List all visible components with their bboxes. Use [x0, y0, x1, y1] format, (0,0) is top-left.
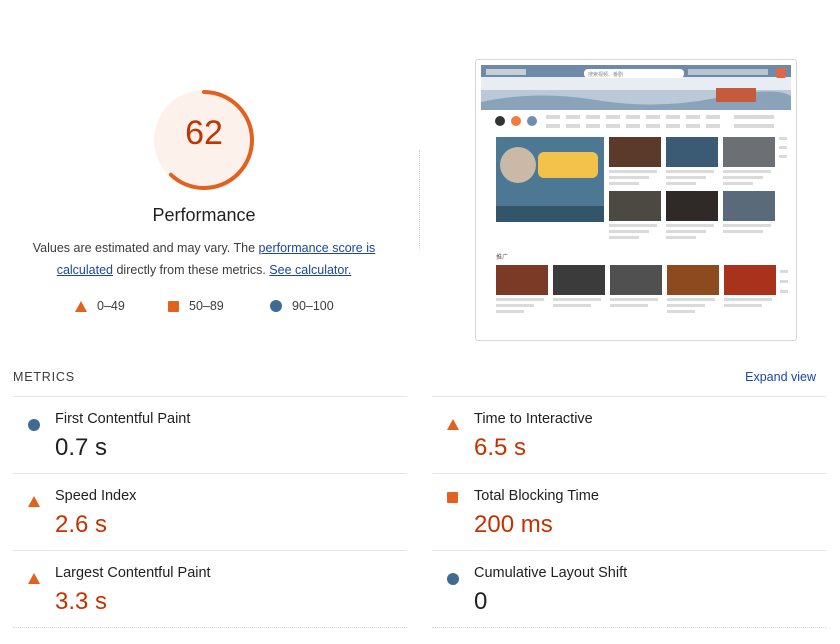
metric-value: 2.6 s — [55, 511, 108, 538]
metric-value: 0 — [474, 588, 488, 615]
legend-label: 90–100 — [292, 299, 334, 313]
legend-good: 90–100 — [270, 299, 334, 313]
metric-speed-index: Speed Index 2.6 s — [13, 473, 407, 551]
thumb-search-text: 搜索视频、番剧 — [588, 71, 623, 78]
divider — [419, 150, 420, 250]
legend-poor: 0–49 — [75, 299, 125, 313]
metric-time-to-interactive: Time to Interactive 6.5 s — [432, 396, 826, 474]
legend-average: 50–89 — [168, 299, 224, 313]
metric-name: First Contentful Paint — [55, 411, 191, 427]
pass-circle-icon — [447, 573, 459, 585]
metric-value: 3.3 s — [55, 588, 108, 615]
expand-view-button[interactable]: Expand view — [745, 370, 816, 384]
metric-largest-contentful-paint: Largest Contentful Paint 3.3 s — [13, 550, 407, 628]
legend-label: 50–89 — [189, 299, 224, 313]
metric-value: 200 ms — [474, 511, 553, 538]
pass-circle-icon — [28, 419, 40, 431]
metric-name: Speed Index — [55, 488, 137, 504]
triangle-icon — [75, 300, 87, 312]
square-icon — [168, 300, 179, 312]
metrics-heading: METRICS — [13, 370, 75, 384]
fail-triangle-icon — [28, 496, 40, 507]
legend-label: 0–49 — [97, 299, 125, 313]
final-screenshot-thumbnail[interactable]: 搜索视频、番剧 推广 — [475, 59, 797, 341]
performance-description: Values are estimated and may vary. The p… — [24, 237, 384, 281]
metric-cumulative-layout-shift: Cumulative Layout Shift 0 — [432, 550, 826, 628]
see-calculator-link[interactable]: See calculator. — [269, 263, 351, 277]
performance-score: 62 — [185, 114, 223, 152]
screenshot-image: 搜索视频、番剧 推广 — [481, 65, 791, 313]
thumb-section-label: 推广 — [496, 253, 508, 261]
fail-triangle-icon — [28, 573, 40, 584]
divider — [432, 627, 826, 628]
metric-value: 0.7 s — [55, 434, 108, 461]
desc-text-1: Values are estimated and may vary. The — [32, 241, 259, 255]
performance-title: Performance — [152, 205, 256, 225]
metric-name: Largest Contentful Paint — [55, 565, 211, 581]
desc-text-2: directly from these metrics. — [113, 263, 270, 277]
metric-first-contentful-paint: First Contentful Paint 0.7 s — [13, 396, 407, 474]
metric-name: Time to Interactive — [474, 411, 593, 427]
average-square-icon — [447, 492, 458, 503]
metric-name: Cumulative Layout Shift — [474, 565, 628, 581]
metric-value: 6.5 s — [474, 434, 527, 461]
divider — [13, 627, 407, 628]
metric-total-blocking-time: Total Blocking Time 200 ms — [432, 473, 826, 551]
fail-triangle-icon — [447, 419, 459, 430]
metric-name: Total Blocking Time — [474, 488, 599, 504]
circle-icon — [270, 300, 282, 312]
